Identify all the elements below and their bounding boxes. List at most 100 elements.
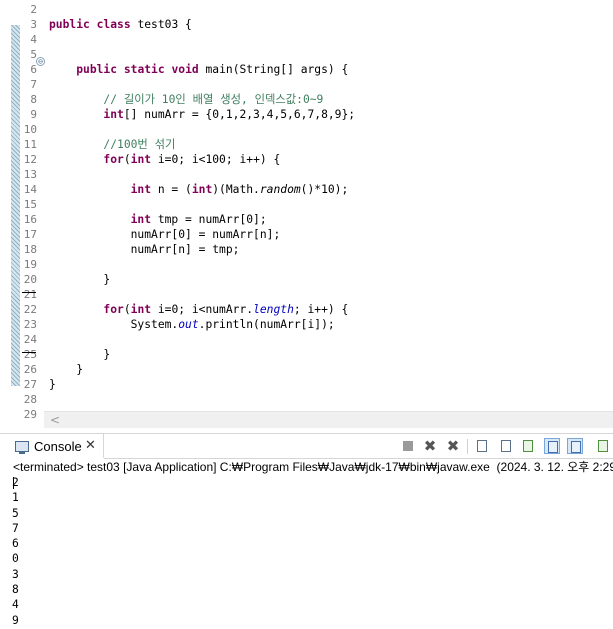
line-number: 28 <box>23 393 37 406</box>
code-token: numArr[n] = tmp; <box>49 243 240 256</box>
code-line: public class test03 { <box>49 17 192 32</box>
line-number: 21 <box>23 288 37 301</box>
line-21-marker <box>22 292 36 293</box>
code-line: } <box>49 362 83 377</box>
code-token: main(String[] args) { <box>198 63 349 76</box>
code-token: int <box>130 303 152 316</box>
code-line: int n = (int)(Math.random()*10); <box>49 182 349 197</box>
code-token: numArr[0] = numArr[n]; <box>49 228 281 241</box>
code-token: out <box>178 318 199 331</box>
line-number: 20 <box>23 273 37 286</box>
line-number: 13 <box>23 168 37 181</box>
word-wrap-icon <box>523 440 533 452</box>
pin-console-button[interactable] <box>595 438 611 454</box>
console-output-line: 0 <box>12 552 19 566</box>
line-number: 3 <box>30 18 37 31</box>
line-number: 9 <box>30 108 37 121</box>
line-number: 11 <box>23 138 37 151</box>
stop-square-icon <box>403 441 413 451</box>
line-number: 16 <box>23 213 37 226</box>
line-number: 18 <box>23 243 37 256</box>
console-output-line: 6 <box>12 537 19 551</box>
console-process-description: <terminated> test03 [Java Application] C… <box>13 460 613 474</box>
line-number: 24 <box>23 333 37 346</box>
scroll-lock-icon <box>501 440 511 452</box>
code-token: } <box>49 363 84 376</box>
line-number: 25 <box>23 348 37 361</box>
code-token: } <box>49 348 111 361</box>
toolbar-separator <box>467 439 468 454</box>
line-number: 23 <box>23 318 37 331</box>
tab-console[interactable]: Console ✕ <box>0 434 104 459</box>
remove-all-terminated-button[interactable]: ✖ <box>445 438 461 454</box>
code-token: for <box>103 303 124 316</box>
code-token: length <box>253 303 294 316</box>
line-number: 7 <box>30 78 37 91</box>
line-number: 4 <box>30 33 37 46</box>
code-token: ()*10); <box>300 183 349 196</box>
code-token: //100번 섞기 <box>103 138 176 151</box>
line-number: 19 <box>23 258 37 271</box>
line-number: 15 <box>23 198 37 211</box>
code-token: [] numArr = {0,1,2,3,4,5,6,7,8,9}; <box>123 108 356 121</box>
clear-console-button[interactable] <box>474 438 490 454</box>
code-line: //100번 섞기 <box>49 137 175 152</box>
code-token: // 길이가 10인 배열 생성, 인덱스값:0~9 <box>103 93 324 106</box>
line-number: 17 <box>23 228 37 241</box>
close-icon[interactable]: ✕ <box>85 438 96 453</box>
code-line: for(int i=0; i<100; i++) { <box>49 152 280 167</box>
line-number: 22 <box>23 303 37 316</box>
line-number: 6 <box>30 63 37 76</box>
line-number: 12 <box>23 153 37 166</box>
code-token: int <box>130 213 152 226</box>
console-output-line: 9 <box>12 613 19 627</box>
code-token: } <box>49 273 111 286</box>
line-number: 2 <box>30 3 37 16</box>
code-token: ( <box>123 153 131 166</box>
console-output-line: 1 <box>12 491 19 505</box>
line-number: 5 <box>30 48 37 61</box>
pin-console-icon <box>598 440 608 452</box>
code-token: .println(numArr[i]); <box>198 318 335 331</box>
code-token: test03 { <box>130 18 192 31</box>
show-stdout-button[interactable] <box>544 438 560 454</box>
scroll-left-arrow-icon[interactable]: < <box>50 413 60 427</box>
code-token: )(Math. <box>212 183 260 196</box>
code-token: class <box>96 18 131 31</box>
clear-console-icon <box>477 440 487 452</box>
code-token: } <box>49 378 56 391</box>
code-editor[interactable]: 2 3 4 5 6 7 8 9 10 11 12 13 14 15 16 17 18 19 20 21 22 23 24 25… <box>0 0 613 430</box>
scroll-lock-button[interactable] <box>498 438 514 454</box>
code-line: } <box>49 377 56 392</box>
code-token: ( <box>123 303 131 316</box>
console-output[interactable]: 2 157 603 849 <box>12 475 602 628</box>
remove-launch-button[interactable]: ✖ <box>422 438 438 454</box>
fold-collapse-icon[interactable]: ⊖ <box>36 57 45 66</box>
code-line: } <box>49 272 110 287</box>
code-token: void <box>171 63 199 76</box>
word-wrap-button[interactable] <box>520 438 536 454</box>
show-stderr-icon <box>571 441 581 453</box>
console-output-line: 8 <box>12 583 19 597</box>
code-line: public static void main(String[] args) { <box>49 62 348 77</box>
code-token: for <box>103 153 124 166</box>
line-number: 10 <box>23 123 37 136</box>
terminate-button[interactable] <box>400 438 416 454</box>
code-token: int <box>130 183 152 196</box>
console-tab-label: Console <box>34 439 82 454</box>
show-stderr-button[interactable] <box>567 438 583 454</box>
horizontal-scrollbar[interactable]: < <box>44 411 613 428</box>
line-number: 14 <box>23 183 37 196</box>
code-line: int tmp = numArr[0]; <box>49 212 267 227</box>
code-line: } <box>49 347 110 362</box>
code-token: tmp = numArr[0]; <box>151 213 267 226</box>
